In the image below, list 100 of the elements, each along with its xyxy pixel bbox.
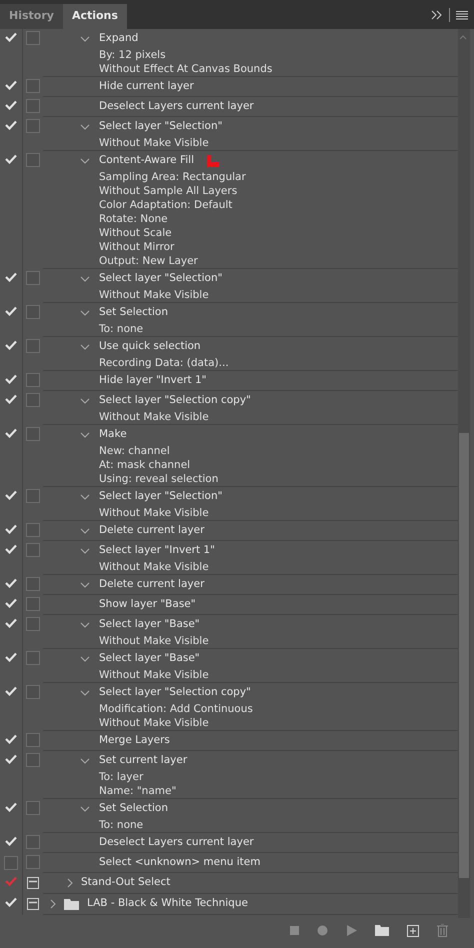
dialog-toggle[interactable]	[26, 99, 40, 113]
dialog-toggle[interactable]	[26, 271, 40, 285]
folder-icon[interactable]	[375, 925, 389, 936]
step-title[interactable]: Content-Aware Fill	[99, 152, 194, 168]
step-title[interactable]: Select layer "Selection"	[99, 118, 222, 134]
step-parameter: Without Make Visible	[98, 668, 210, 682]
step-title[interactable]: Deselect Layers current layer	[99, 834, 254, 850]
dialog-toggle[interactable]	[26, 577, 40, 591]
chevron-down-icon[interactable]	[80, 758, 90, 764]
dialog-toggle[interactable]	[26, 523, 40, 537]
step-title[interactable]: Make	[99, 426, 127, 442]
chevron-down-icon[interactable]	[80, 656, 90, 662]
dialog-toggle[interactable]	[26, 31, 40, 45]
dialog-toggle[interactable]	[26, 543, 40, 557]
step-parameter: Name: "name"	[98, 784, 178, 798]
menu-icon[interactable]	[456, 10, 468, 20]
step-title[interactable]: Set Selection	[99, 800, 168, 816]
step-parameter: Without Make Visible	[98, 506, 210, 520]
step-parameter: Without Scale	[98, 226, 173, 240]
step-title[interactable]: Set current layer	[99, 752, 188, 768]
dialog-toggle[interactable]	[26, 617, 40, 631]
chevron-down-icon[interactable]	[80, 582, 90, 588]
panel-tab[interactable]: History	[0, 4, 63, 29]
step-title[interactable]: Select layer "Selection copy"	[99, 684, 251, 700]
step-parameter: Modification: Add Continuous	[98, 702, 254, 716]
chevron-down-icon[interactable]	[80, 432, 90, 438]
dialog-icon[interactable]	[27, 898, 39, 910]
scrollbar-thumb[interactable]	[459, 433, 469, 878]
new-action-icon[interactable]	[407, 924, 419, 936]
step-parameter: To: none	[98, 818, 144, 832]
step-parameter: Without Make Visible	[98, 716, 210, 730]
action-title[interactable]: Stand-Out Select	[81, 875, 170, 891]
dialog-toggle[interactable]	[26, 753, 40, 767]
checkmark-icon[interactable]	[5, 876, 17, 886]
step-title[interactable]: Select layer "Invert 1"	[99, 542, 215, 558]
dialog-toggle[interactable]	[26, 489, 40, 503]
chevron-down-icon[interactable]	[80, 344, 90, 350]
dialog-toggle[interactable]	[26, 153, 40, 167]
step-parameter: Recording Data: (data)...	[98, 356, 230, 370]
chevron-down-icon[interactable]	[80, 398, 90, 404]
dialog-toggle[interactable]	[26, 393, 40, 407]
step-title[interactable]: Select layer "Selection copy"	[99, 392, 251, 408]
step-title[interactable]: Hide current layer	[99, 78, 194, 94]
step-title[interactable]: Expand	[99, 30, 138, 46]
dialog-toggle[interactable]	[26, 733, 40, 747]
step-title[interactable]: Use quick selection	[99, 338, 201, 354]
step-title[interactable]: Merge Layers	[99, 732, 170, 748]
dialog-toggle[interactable]	[26, 835, 40, 849]
step-parameter: To: layer	[98, 770, 144, 784]
step-title[interactable]: Deselect Layers current layer	[99, 98, 254, 114]
step-title[interactable]: Hide layer "Invert 1"	[99, 372, 206, 388]
chevron-right-icon[interactable]	[50, 899, 56, 909]
chevron-down-icon[interactable]	[80, 158, 90, 164]
chevron-down-icon[interactable]	[80, 528, 90, 534]
step-title[interactable]: Select layer "Base"	[99, 650, 200, 666]
step-parameter: Without Make Visible	[98, 410, 210, 424]
step-parameter: Without Make Visible	[98, 560, 210, 574]
step-title[interactable]: Select layer "Base"	[99, 616, 200, 632]
dialog-toggle[interactable]	[26, 305, 40, 319]
dialog-toggle[interactable]	[26, 79, 40, 93]
chevron-right-icon[interactable]	[67, 878, 73, 888]
dialog-icon[interactable]	[27, 877, 39, 889]
chevron-down-icon[interactable]	[80, 276, 90, 282]
chevron-down-icon[interactable]	[80, 806, 90, 812]
chevron-down-icon[interactable]	[80, 622, 90, 628]
step-title[interactable]: Select layer "Selection"	[99, 488, 222, 504]
dialog-toggle[interactable]	[26, 597, 40, 611]
dialog-toggle[interactable]	[26, 339, 40, 353]
step-parameter: Without Make Visible	[98, 634, 210, 648]
chevron-down-icon[interactable]	[80, 310, 90, 316]
scroll-up-icon[interactable]	[458, 33, 468, 41]
step-title[interactable]: Set Selection	[99, 304, 168, 320]
trash-icon[interactable]	[437, 924, 448, 937]
dialog-toggle[interactable]	[26, 651, 40, 665]
record-icon[interactable]	[317, 925, 328, 936]
dialog-toggle[interactable]	[26, 119, 40, 133]
chevron-down-icon[interactable]	[80, 690, 90, 696]
panel-tab[interactable]: Actions	[62, 4, 127, 29]
chevron-down-icon[interactable]	[80, 36, 90, 42]
chevron-down-icon[interactable]	[80, 494, 90, 500]
play-icon[interactable]	[346, 925, 357, 936]
step-title[interactable]: Select layer "Selection"	[99, 270, 222, 286]
dialog-toggle[interactable]	[26, 855, 40, 869]
step-parameter: Rotate: None	[98, 212, 169, 226]
step-title[interactable]: Select <unknown> menu item	[99, 854, 260, 870]
collapse-icon[interactable]	[431, 10, 443, 20]
dialog-toggle[interactable]	[26, 373, 40, 387]
dialog-toggle[interactable]	[26, 427, 40, 441]
action-title[interactable]: LAB - Black & White Technique	[87, 896, 248, 912]
scrollbar[interactable]	[458, 29, 470, 918]
toggle-checkbox[interactable]	[4, 856, 18, 870]
step-title[interactable]: Delete current layer	[99, 522, 204, 538]
step-title[interactable]: Delete current layer	[99, 576, 204, 592]
step-parameter: Without Make Visible	[98, 288, 210, 302]
step-title[interactable]: Show layer "Base"	[99, 596, 196, 612]
step-parameter: Without Make Visible	[98, 136, 210, 150]
dialog-toggle[interactable]	[26, 801, 40, 815]
dialog-toggle[interactable]	[26, 685, 40, 699]
chevron-down-icon[interactable]	[80, 548, 90, 554]
chevron-down-icon[interactable]	[80, 124, 90, 130]
